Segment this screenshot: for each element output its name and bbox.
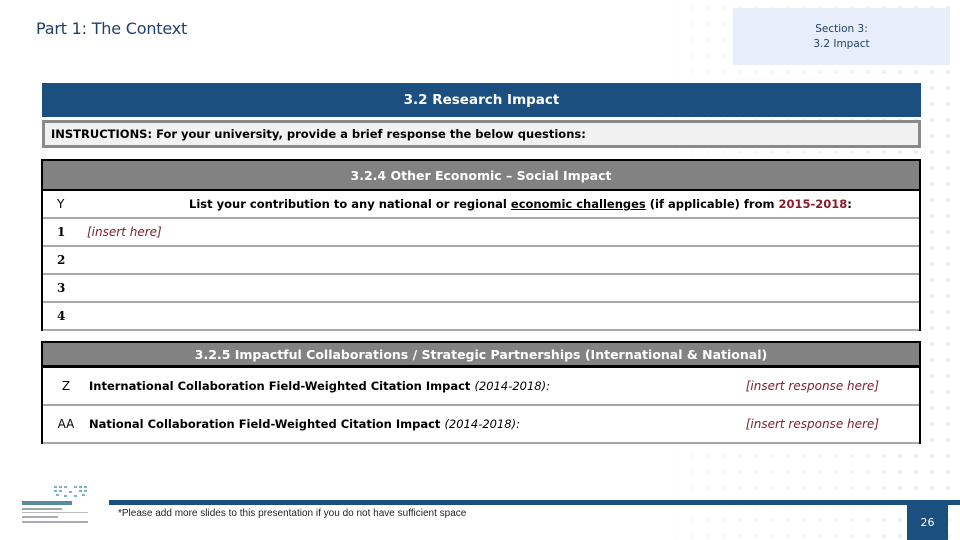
- table-row[interactable]: 4: [43, 303, 919, 331]
- table-title: 3.2.5 Impactful Collaborations / Strateg…: [43, 343, 919, 368]
- section-badge: Section 3: 3.2 Impact: [733, 8, 950, 65]
- row-label: International Collaboration Field-Weight…: [89, 379, 550, 393]
- part-title: Part 1: The Context: [36, 19, 188, 38]
- section-number: Section 3:: [815, 22, 868, 35]
- label-period: (2014-2018):: [474, 379, 550, 393]
- table-title: 3.2.4 Other Economic – Social Impact: [43, 161, 919, 191]
- row-index: 4: [57, 309, 66, 323]
- row-input[interactable]: [insert here]: [87, 225, 162, 239]
- row-label: National Collaboration Field-Weighted Ci…: [89, 417, 520, 431]
- instructions-box: INSTRUCTIONS: For your university, provi…: [42, 120, 921, 148]
- row-index: 2: [57, 253, 66, 267]
- label-text: National Collaboration Field-Weighted Ci…: [89, 417, 445, 431]
- question-prefix: List your contribution to any national o…: [189, 197, 511, 211]
- question-underlined: economic challenges: [510, 197, 646, 211]
- question-years: 2015-2018: [778, 197, 848, 211]
- section-name: 3.2 Impact: [813, 37, 870, 50]
- question-suffix: :: [847, 197, 852, 211]
- row-id: AA: [57, 417, 75, 431]
- response-input[interactable]: [insert response here]: [746, 417, 879, 431]
- footnote: *Please add more slides to this presenta…: [118, 508, 467, 519]
- question-text: List your contribution to any national o…: [189, 197, 852, 211]
- table-row[interactable]: 1 [insert here]: [43, 219, 919, 247]
- label-text: International Collaboration Field-Weight…: [89, 379, 475, 393]
- row-id: Y: [57, 197, 65, 211]
- row-index: 1: [57, 225, 66, 239]
- response-input[interactable]: [insert response here]: [746, 379, 879, 393]
- label-period: (2014-2018):: [444, 417, 520, 431]
- table-row[interactable]: Z International Collaboration Field-Weig…: [43, 368, 919, 406]
- question-row: Y List your contribution to any national…: [43, 191, 919, 219]
- page-number: 26: [907, 505, 948, 540]
- row-id: Z: [61, 379, 71, 393]
- table-economic-social-impact: 3.2.4 Other Economic – Social Impact Y L…: [41, 159, 921, 331]
- research-impact-header: 3.2 Research Impact: [42, 83, 921, 117]
- ministry-logo-icon: [22, 486, 88, 523]
- table-row[interactable]: 3: [43, 275, 919, 303]
- table-row[interactable]: AA National Collaboration Field-Weighted…: [43, 406, 919, 444]
- footer-divider: [109, 500, 960, 505]
- table-row[interactable]: 2: [43, 247, 919, 275]
- question-mid: (if applicable) from: [645, 197, 779, 211]
- row-index: 3: [57, 281, 66, 295]
- table-collaborations: 3.2.5 Impactful Collaborations / Strateg…: [41, 341, 921, 444]
